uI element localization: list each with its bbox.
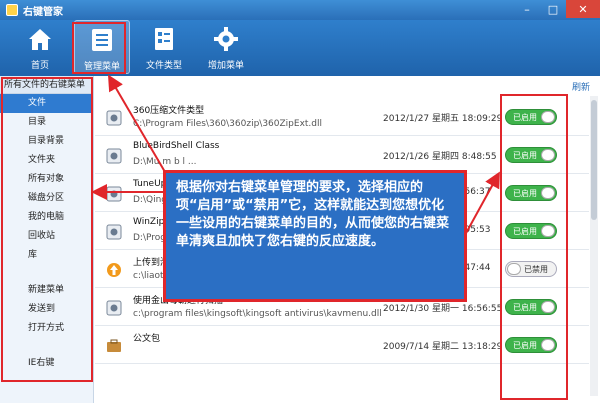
maximize-icon[interactable]: □ (540, 0, 566, 18)
sidebar-item-file[interactable]: 文件 (0, 94, 93, 113)
item-path: c:\program files\kingsoft\kingsoft antiv… (133, 309, 382, 319)
list-item[interactable]: 公文包 2009/7/14 星期二 13:18:29 已启用 (95, 326, 589, 364)
shell-extension-icon (106, 148, 122, 164)
home-button[interactable]: 首页 (12, 20, 68, 74)
shell-extension-icon (106, 224, 122, 240)
upload-icon (107, 263, 121, 277)
instruction-callout: 根据你对右键菜单管理的要求，选择相应的项“启用”或“禁用”它，这样就能达到您想优… (163, 170, 467, 302)
item-path: D:\Qing (133, 195, 167, 205)
file-type-button-label: 文件类型 (145, 61, 182, 71)
toggle-knob (507, 263, 521, 275)
home-icon (29, 29, 51, 50)
item-name: 360压缩文件类型 (133, 106, 205, 116)
file-type-icon (155, 28, 173, 50)
toggle-knob (541, 149, 555, 161)
sidebar-item-open-with[interactable]: 打开方式 (0, 319, 93, 338)
toggle-label: 已启用 (513, 302, 537, 312)
sidebar-item-library[interactable]: 库 (0, 246, 93, 265)
briefcase-icon (107, 339, 121, 352)
item-name: BlueBirdShell Class (133, 141, 220, 151)
menu-manage-icon (92, 29, 112, 51)
toggle-knob (541, 187, 555, 199)
enable-toggle[interactable]: 已启用 (505, 147, 557, 163)
sidebar-header: 所有文件的右键菜单 (0, 76, 93, 94)
title-bar: 右键管家 – □ ✕ (0, 0, 600, 20)
enable-toggle[interactable]: 已启用 (505, 337, 557, 353)
toggle-knob (541, 225, 555, 237)
enable-toggle[interactable]: 已启用 (505, 223, 557, 239)
sidebar-item-send-to[interactable]: 发送到 (0, 300, 93, 319)
toggle-label: 已启用 (513, 340, 537, 350)
shell-extension-icon (106, 110, 122, 126)
enable-toggle[interactable]: 已禁用 (505, 261, 557, 277)
shell-extension-icon (106, 186, 122, 202)
sidebar-item-new-menu[interactable]: 新建菜单 (0, 281, 93, 300)
toggle-knob (541, 301, 555, 313)
sidebar-item-folder[interactable]: 文件夹 (0, 151, 93, 170)
sidebar-item-disk-partition[interactable]: 磁盘分区 (0, 189, 93, 208)
app-icon (6, 4, 18, 16)
toggle-label: 已启用 (513, 226, 537, 236)
scrollbar-thumb[interactable] (591, 100, 597, 220)
refresh-link[interactable]: 刷新 (572, 80, 590, 93)
item-name: 公文包 (133, 334, 161, 344)
item-date: 2009/7/14 星期二 13:18:29 (383, 342, 503, 352)
item-name: TuneUp (133, 179, 167, 189)
enable-toggle[interactable]: 已启用 (505, 109, 557, 125)
window-title: 右键管家 (23, 6, 63, 18)
add-menu-button[interactable]: 增加菜单 (198, 20, 254, 74)
sidebar-item-all-objects[interactable]: 所有对象 (0, 170, 93, 189)
sidebar-item-my-computer[interactable]: 我的电脑 (0, 208, 93, 227)
enable-toggle[interactable]: 已启用 (505, 185, 557, 201)
sidebar-item-ie-context[interactable]: IE右键 (0, 354, 93, 373)
manage-menu-button-label: 管理菜单 (83, 62, 120, 72)
list-item[interactable]: BlueBirdShell Class D:\Mu m b l ... 2012… (95, 136, 589, 174)
item-path: D:\Mu m b l ... (133, 157, 197, 167)
item-name: WinZip (133, 217, 165, 227)
list-scrollbar[interactable] (590, 96, 598, 396)
sidebar: 所有文件的右键菜单 文件 目录 目录背景 文件夹 所有对象 磁盘分区 我的电脑 … (0, 76, 94, 403)
item-date: 2012/1/27 星期五 18:09:29 (383, 114, 503, 124)
item-date: 2012/1/30 星期一 16:56:55 (383, 304, 503, 314)
close-icon[interactable]: ✕ (566, 0, 600, 18)
toggle-label: 已启用 (513, 150, 537, 160)
manage-menu-button[interactable]: 管理菜单 (74, 20, 130, 74)
list-item[interactable]: 360压缩文件类型 C:\Program Files\360\360zip\36… (95, 98, 589, 136)
toggle-knob (541, 339, 555, 351)
main-toolbar: 首页 管理菜单 文件类型 增加菜单 (0, 20, 600, 76)
toggle-label: 已启用 (513, 112, 537, 122)
sidebar-item-directory-background[interactable]: 目录背景 (0, 132, 93, 151)
toggle-knob (541, 111, 555, 123)
gear-icon (214, 27, 238, 51)
sidebar-item-directory[interactable]: 目录 (0, 113, 93, 132)
toggle-label: 已启用 (513, 188, 537, 198)
home-button-label: 首页 (30, 61, 49, 71)
item-path: C:\Program Files\360\360zip\360ZipExt.dl… (133, 119, 322, 129)
shell-extension-icon (106, 300, 122, 316)
minimize-icon[interactable]: – (514, 0, 540, 18)
sidebar-item-recycle-bin[interactable]: 回收站 (0, 227, 93, 246)
item-date: 2012/1/26 星期四 8:48:55 (383, 152, 497, 162)
add-menu-button-label: 增加菜单 (207, 61, 244, 71)
file-type-button[interactable]: 文件类型 (136, 20, 192, 74)
enable-toggle[interactable]: 已启用 (505, 299, 557, 315)
item-path: D:\Prog (133, 233, 166, 243)
window-controls: – □ ✕ (514, 0, 600, 20)
